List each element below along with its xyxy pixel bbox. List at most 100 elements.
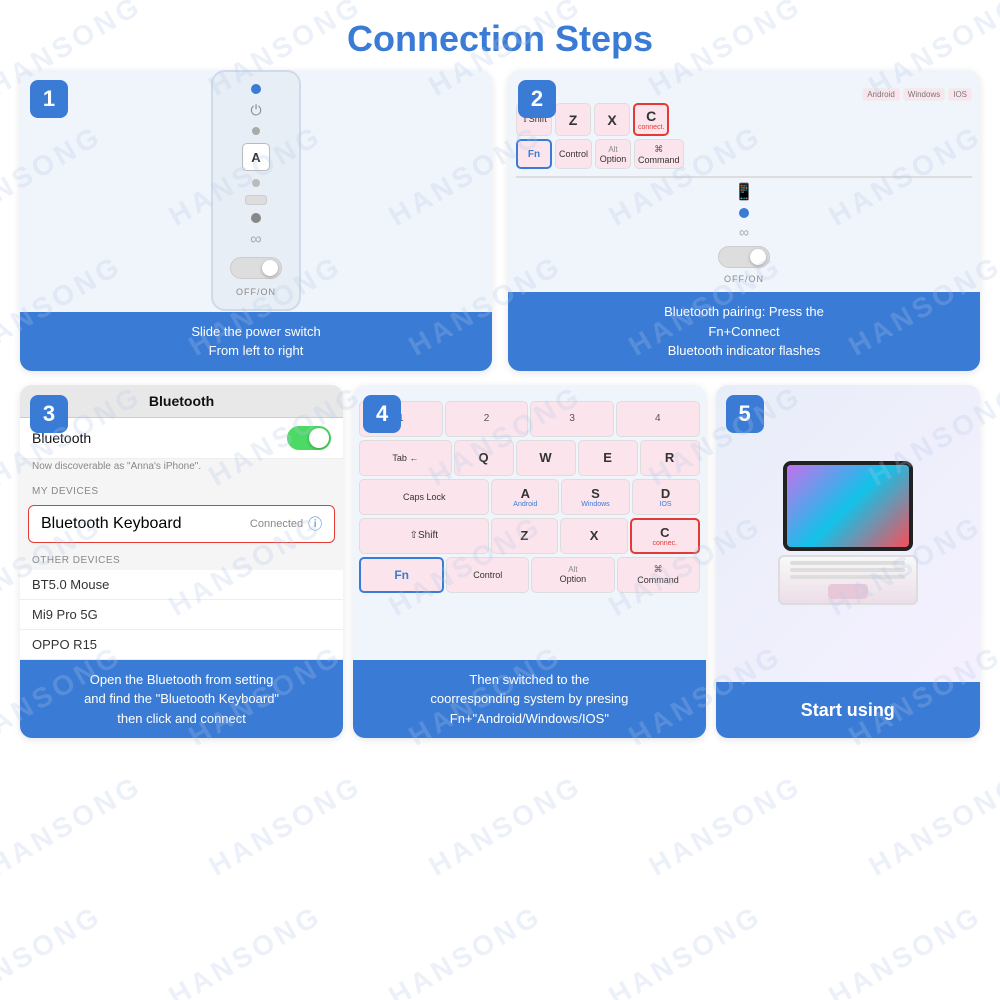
key-a: A	[242, 143, 270, 171]
phone-icon: 📱	[734, 182, 754, 202]
qwer-row: Tab ← Q W E R	[359, 440, 700, 476]
step3-image: 3 Bluetooth Bluetooth Now discoverable a…	[20, 385, 343, 660]
power-device: ⏻ A ∞ OFF/ON	[211, 70, 301, 311]
key-control: Control	[555, 139, 592, 169]
step5-desc: Start using	[716, 682, 980, 738]
key-c-large: C connec.	[630, 518, 700, 554]
step1-card: 1 ⏻ A ∞ OFF/ON Slide the power switchFro…	[20, 70, 492, 371]
windows-sub: Windows	[581, 501, 609, 508]
device-mi9pro[interactable]: Mi9 Pro 5G	[20, 600, 343, 630]
bluetooth-settings: Bluetooth Bluetooth Now discoverable as …	[20, 385, 343, 660]
kb-line1	[790, 561, 905, 565]
step5-desc-text: Start using	[801, 697, 895, 724]
bottom-toggle-knob	[750, 249, 766, 265]
bottom-off-on: OFF/ON	[724, 274, 764, 284]
ios-sub: IOS	[660, 501, 672, 508]
key-capslock: Caps Lock	[359, 479, 489, 515]
key-command: ⌘Command	[634, 139, 684, 169]
bt-settings-header: Bluetooth	[20, 385, 343, 418]
key-3: 3	[530, 401, 614, 437]
connected-label: Connected	[250, 518, 303, 530]
top-steps-row: 1 ⏻ A ∞ OFF/ON Slide the power switchFro…	[0, 70, 1000, 371]
key-z: Z	[555, 103, 591, 136]
key-d-large: D IOS	[632, 479, 700, 515]
blue-dot	[251, 84, 261, 94]
info-icon[interactable]: ⓘ	[308, 514, 322, 534]
bt-keyboard-device[interactable]: Bluetooth Keyboard Connected ⓘ	[28, 505, 335, 543]
key-a-large: A Android	[491, 479, 559, 515]
key-command-large: ⌘ Command	[617, 557, 700, 593]
step3-desc-text: Open the Bluetooth from settingand find …	[84, 670, 279, 729]
ipad-keyboard-illustration	[778, 555, 918, 605]
bt-discoverable: Now discoverable as "Anna's iPhone".	[20, 459, 343, 478]
connect-sub: connect.	[638, 124, 664, 131]
dark-dot	[251, 213, 261, 223]
small-rect	[245, 195, 267, 205]
ios-label: IOS	[948, 88, 972, 101]
key-r: R	[640, 440, 700, 476]
gray-dot	[252, 127, 260, 135]
step5-card: 5 Start using	[716, 385, 980, 739]
bt-blue-dot	[739, 208, 749, 218]
key-w: W	[516, 440, 576, 476]
fn-row: Fn Control Alt Option ⌘ Command	[359, 557, 700, 593]
key-option: AltOption	[595, 139, 631, 169]
bt-toggle[interactable]	[287, 426, 331, 450]
step5-number: 5	[726, 395, 764, 433]
step2-number: 2	[518, 80, 556, 118]
bt-toggle-row: Bluetooth	[20, 418, 343, 459]
key-fn-large: Fn	[359, 557, 444, 593]
bt-toggle-knob	[309, 428, 329, 448]
step4-number: 4	[363, 395, 401, 433]
step4-desc: Then switched to thecoorresponding syste…	[353, 660, 706, 739]
step5-image: 5	[716, 385, 980, 683]
key-x: X	[594, 103, 630, 136]
my-devices-header: MY DEVICES	[20, 478, 343, 501]
android-sub: Android	[513, 501, 537, 508]
link-icon: ∞	[250, 231, 261, 249]
bottom-steps-row: 3 Bluetooth Bluetooth Now discoverable a…	[0, 385, 1000, 739]
bt-keyboard-label: Bluetooth Keyboard	[41, 515, 182, 533]
key-shift-large: ⇧Shift	[359, 518, 488, 554]
step4-desc-text: Then switched to thecoorresponding syste…	[430, 670, 628, 729]
step4-card: 4 1 2 3 4 Tab ← Q W E R	[353, 385, 706, 739]
step1-desc: Slide the power switchFrom left to right	[20, 312, 492, 371]
step3-desc: Open the Bluetooth from settingand find …	[20, 660, 343, 739]
ipad-illustration	[778, 461, 918, 605]
ipad-screen	[783, 461, 913, 551]
step2-desc-text: Bluetooth pairing: Press theFn+ConnectBl…	[664, 302, 824, 361]
kb-touchpad	[828, 584, 868, 599]
key-tab: Tab ←	[359, 440, 451, 476]
step2-desc: Bluetooth pairing: Press theFn+ConnectBl…	[508, 292, 980, 371]
keyboard-large: 1 2 3 4 Tab ← Q W E R Caps Lock A	[353, 395, 706, 599]
gray-dot2	[252, 179, 260, 187]
kb-line3	[790, 575, 905, 579]
step2-card: 2 Android Windows IOS ⇧Shift Z X Cconnec…	[508, 70, 980, 371]
step1-desc-text: Slide the power switchFrom left to right	[191, 322, 320, 361]
power-icon: ⏻	[250, 102, 261, 119]
key-z-large: Z	[491, 518, 559, 554]
page-title: Connection Steps	[0, 0, 1000, 70]
asd-row: Caps Lock A Android S Windows D IOS	[359, 479, 700, 515]
key-x-large: X	[560, 518, 628, 554]
connect-sub-large: connec.	[653, 540, 678, 547]
key-2: 2	[445, 401, 529, 437]
key-q: Q	[454, 440, 514, 476]
key-s-large: S Windows	[561, 479, 629, 515]
step1-number: 1	[30, 80, 68, 118]
device-bt50mouse[interactable]: BT5.0 Mouse	[20, 570, 343, 600]
num-row: 1 2 3 4	[359, 401, 700, 437]
bottom-toggle[interactable]	[718, 246, 770, 268]
step2-image: 2 Android Windows IOS ⇧Shift Z X Cconnec…	[508, 70, 980, 292]
off-on-label: OFF/ON	[236, 287, 276, 297]
step4-image: 4 1 2 3 4 Tab ← Q W E R	[353, 385, 706, 660]
windows-label: Windows	[903, 88, 945, 101]
key-e: E	[578, 440, 638, 476]
power-toggle[interactable]	[230, 257, 282, 279]
key-c-connect: Cconnect.	[633, 103, 669, 136]
device-oppor15[interactable]: OPPO R15	[20, 630, 343, 660]
android-label: Android	[862, 88, 900, 101]
key-row-2: Fn Control AltOption ⌘Command	[516, 139, 972, 169]
other-devices-header: OTHER DEVICES	[20, 547, 343, 570]
key-4: 4	[616, 401, 700, 437]
